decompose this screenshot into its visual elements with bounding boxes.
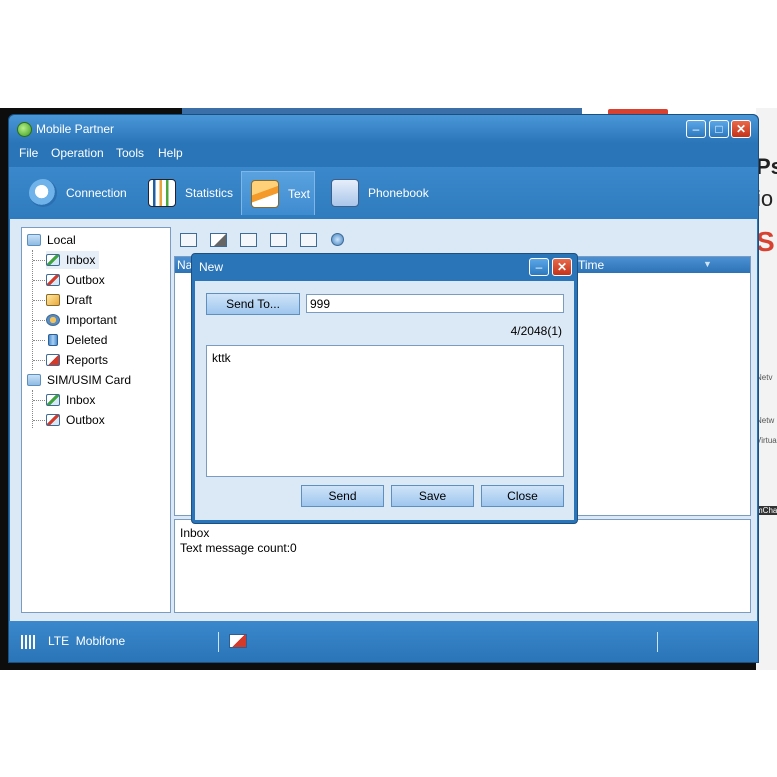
tree-sim[interactable]: SIM/USIM Card	[27, 371, 131, 389]
maximize-icon[interactable]: □	[709, 120, 729, 138]
folder-icon	[27, 234, 41, 246]
connection-icon	[29, 179, 57, 207]
forward-icon[interactable]	[270, 233, 287, 247]
tree-local-outbox-label: Outbox	[66, 273, 105, 287]
resend-icon[interactable]	[300, 233, 317, 247]
tree-local-inbox-label: Inbox	[66, 253, 96, 267]
menu-file[interactable]: File	[19, 146, 38, 160]
reply-icon[interactable]	[240, 233, 257, 247]
background-right-window: Ps io S Netv Netw Virtua mCha	[756, 108, 777, 670]
tree-local-draft[interactable]: Draft	[46, 291, 92, 309]
tree-local-deleted-label: Deleted	[66, 333, 108, 347]
status-separator	[218, 632, 219, 652]
recipient-input[interactable]	[306, 294, 564, 313]
send-to-button[interactable]: Send To...	[206, 293, 300, 315]
dialog-close-icon[interactable]: ✕	[552, 258, 572, 276]
menu-bar: File Operation Tools Help	[9, 143, 758, 165]
outbox-icon	[46, 414, 60, 426]
send-button[interactable]: Send	[301, 485, 384, 507]
save-button[interactable]: Save	[391, 485, 474, 507]
tree-local-important-label: Important	[66, 313, 117, 327]
dialog-body: Send To... 4/2048(1) kttk Send Save Clos…	[195, 281, 574, 520]
phonebook-button[interactable]: Phonebook	[331, 171, 429, 215]
message-body-input[interactable]: kttk	[206, 345, 564, 477]
status-bar: LTE Mobifone	[9, 621, 758, 661]
column-time[interactable]: Time	[578, 258, 604, 272]
tree-sim-outbox[interactable]: Outbox	[46, 411, 105, 429]
inbox-icon	[46, 254, 60, 266]
title-bar[interactable]: Mobile Partner – □ ✕	[9, 115, 758, 143]
folder-tree: Local Inbox Outbox Draft Important Delet…	[21, 227, 171, 613]
folder-icon	[27, 374, 41, 386]
window-title: Mobile Partner	[36, 122, 115, 136]
delete-message-icon[interactable]	[210, 233, 227, 247]
tree-local-outbox[interactable]: Outbox	[46, 271, 105, 289]
background-text-virtua: Virtua	[756, 436, 777, 445]
tree-local-reports-label: Reports	[66, 353, 109, 367]
menu-operation[interactable]: Operation	[51, 146, 104, 160]
main-toolbar: Connection Statistics Text Phonebook	[9, 167, 758, 219]
dialog-title: New	[199, 260, 224, 274]
new-message-icon[interactable]	[180, 233, 197, 247]
statistics-button[interactable]: Statistics	[148, 171, 233, 215]
network-status: LTE Mobifone	[48, 634, 125, 648]
app-logo-icon	[17, 122, 32, 137]
tree-local-inbox[interactable]: Inbox	[46, 251, 100, 269]
background-text-mcha: mCha	[756, 506, 777, 515]
text-envelope-icon	[251, 179, 279, 208]
info-panel: Inbox Text message count:0	[174, 519, 751, 613]
character-counter: 4/2048(1)	[510, 324, 562, 338]
phonebook-label: Phonebook	[368, 186, 429, 200]
info-folder-name: Inbox	[180, 526, 210, 540]
connection-button[interactable]: Connection	[29, 171, 127, 215]
text-label: Text	[288, 186, 311, 201]
text-button[interactable]: Text	[241, 171, 315, 215]
draft-icon	[46, 294, 60, 306]
info-message-count: Text message count:0	[180, 541, 297, 555]
tree-local-label: Local	[47, 233, 76, 247]
sort-arrow-icon[interactable]: ▼	[703, 259, 712, 269]
tree-sim-inbox[interactable]: Inbox	[46, 391, 95, 409]
minimize-icon[interactable]: –	[686, 120, 706, 138]
phonebook-icon	[331, 179, 359, 207]
tree-sim-outbox-label: Outbox	[66, 413, 105, 427]
background-text-ps: Ps	[756, 154, 777, 179]
close-button[interactable]: Close	[481, 485, 564, 507]
menu-tools[interactable]: Tools	[116, 146, 144, 160]
menu-help[interactable]: Help	[158, 146, 183, 160]
reports-icon	[46, 354, 60, 366]
status-separator	[657, 632, 658, 652]
tree-local[interactable]: Local	[27, 231, 76, 249]
trash-icon	[48, 334, 58, 346]
inbox-icon	[46, 394, 60, 406]
search-icon[interactable]	[331, 233, 344, 246]
operator-name: Mobifone	[75, 634, 126, 648]
tree-sim-inbox-label: Inbox	[66, 393, 96, 407]
tree-sim-label: SIM/USIM Card	[47, 373, 132, 387]
new-message-dialog: New – ✕ Send To... 4/2048(1) kttk Send S…	[191, 253, 578, 524]
tree-local-deleted[interactable]: Deleted	[46, 331, 107, 349]
message-error-icon[interactable]	[229, 634, 247, 648]
statistics-icon	[148, 179, 176, 207]
signal-icon	[21, 635, 37, 649]
connection-label: Connection	[66, 186, 127, 200]
network-type: LTE	[48, 634, 70, 648]
outbox-icon	[46, 274, 60, 286]
dialog-minimize-icon[interactable]: –	[529, 258, 549, 276]
important-icon	[46, 314, 60, 326]
close-icon[interactable]: ✕	[731, 120, 751, 138]
tree-local-important[interactable]: Important	[46, 311, 117, 329]
tree-local-draft-label: Draft	[66, 293, 93, 307]
tree-local-reports[interactable]: Reports	[46, 351, 108, 369]
statistics-label: Statistics	[185, 186, 234, 200]
